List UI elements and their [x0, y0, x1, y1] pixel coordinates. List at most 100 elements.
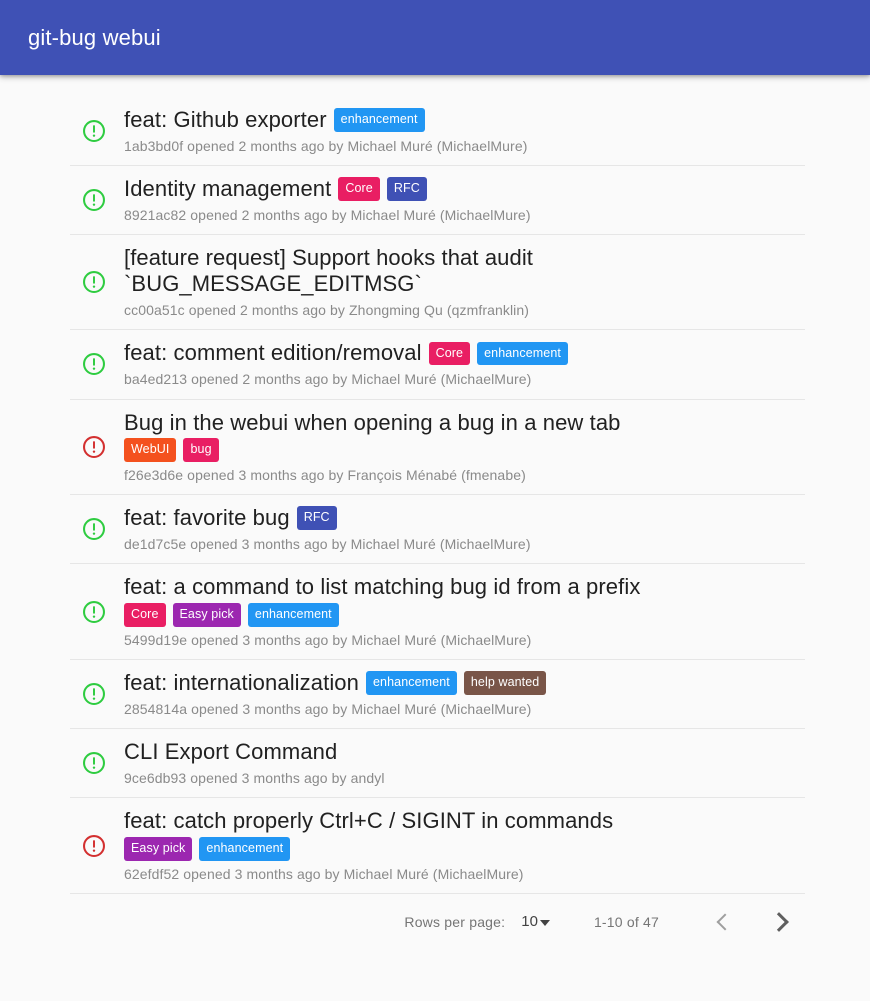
pagination-range-label: 1-10 of 47	[593, 913, 659, 930]
bug-meta: 1ab3bd0f opened 2 months ago by Michael …	[124, 137, 528, 154]
label-chip[interactable]: Core	[338, 177, 380, 201]
bug-title[interactable]: feat: comment edition/removal	[124, 340, 422, 366]
bug-meta: 9ce6db93 opened 3 months ago by andyl	[124, 770, 385, 787]
app-bar: git-bug webui	[0, 0, 870, 75]
next-page-button[interactable]	[759, 900, 803, 944]
bug-meta: 62efdf52 opened 3 months ago by Michael …	[124, 865, 524, 882]
bug-meta: de1d7c5e opened 3 months ago by Michael …	[124, 536, 531, 553]
open-bug-icon	[81, 681, 107, 707]
label-chip[interactable]: enhancement	[477, 341, 568, 366]
label-chip[interactable]: enhancement	[199, 837, 291, 861]
bug-content: feat: comment edition/removal Core enhance…	[118, 340, 805, 388]
bug-content: [feature request] Support hooks that aud…	[118, 245, 805, 319]
bug-label-group: Core Easy pick enhancement	[124, 603, 339, 627]
label-chip[interactable]: Core	[124, 603, 166, 627]
open-bug-icon	[81, 269, 107, 295]
bug-content: feat: internationalization enhancement hel…	[118, 670, 805, 718]
bug-content: Identity management Core RFC 8921ac82 opene…	[118, 176, 805, 224]
bug-title[interactable]: [feature request] Support hooks that aud…	[124, 245, 805, 297]
label-chip[interactable]: RFC	[386, 177, 427, 201]
bug-row[interactable]: [feature request] Support hooks that aud…	[70, 235, 805, 331]
bug-row[interactable]: feat: favorite bug RFC de1d7c5e opened 3 m…	[70, 495, 805, 565]
bug-status-cell	[70, 187, 118, 213]
bug-status-cell	[70, 681, 118, 707]
bug-meta: f26e3d6e opened 3 months ago by François…	[124, 466, 526, 483]
bug-label-group: Easy pick enhancement	[124, 837, 291, 861]
bug-title-line: feat: comment edition/removal Core enhance…	[124, 340, 805, 366]
bug-title-line: Bug in the webui when opening a bug in a…	[124, 410, 805, 436]
label-chip[interactable]: Easy pick	[172, 603, 241, 627]
bug-content: feat: a command to list matching bug id …	[118, 574, 805, 649]
open-bug-icon	[81, 118, 107, 144]
bug-meta: ba4ed213 opened 2 months ago by Michael …	[124, 371, 532, 388]
page-title: git-bug webui	[28, 24, 161, 50]
bug-status-cell	[70, 351, 118, 377]
chevron-left-icon	[716, 913, 734, 931]
bug-row[interactable]: feat: Github exporter enhancement 1ab3bd0f…	[70, 97, 805, 167]
label-chip[interactable]: enhancement	[365, 671, 457, 695]
bug-row[interactable]: Identity management Core RFC 8921ac82 opene…	[70, 166, 805, 236]
bug-meta: cc00a51c opened 2 months ago by Zhongmin…	[124, 302, 530, 319]
label-chip[interactable]: Easy pick	[124, 837, 193, 861]
bug-content: CLI Export Command 9ce6db93 opened 3 mont…	[118, 739, 805, 787]
bug-meta: 5499d19e opened 3 months ago by Michael …	[124, 631, 532, 648]
bug-title[interactable]: Identity management	[124, 176, 331, 202]
label-chip[interactable]: Core	[428, 341, 471, 366]
bug-title[interactable]: CLI Export Command	[124, 739, 337, 765]
bug-status-cell	[70, 269, 118, 295]
bug-row[interactable]: Bug in the webui when opening a bug in a…	[70, 400, 805, 496]
bug-title[interactable]: feat: a command to list matching bug id …	[124, 574, 640, 600]
bug-status-cell	[70, 750, 118, 776]
bug-title-line: feat: Github exporter enhancement	[124, 107, 805, 133]
bug-title[interactable]: feat: Github exporter	[124, 107, 327, 133]
label-chip[interactable]: WebUI	[124, 438, 177, 462]
bug-label-group: enhancement	[333, 108, 425, 132]
rows-per-page-value: 10	[521, 913, 538, 931]
bug-status-cell	[70, 516, 118, 542]
bug-row[interactable]: feat: comment edition/removal Core enhance…	[70, 330, 805, 400]
chevron-right-icon	[769, 911, 789, 932]
bug-content: feat: catch properly Ctrl+C / SIGINT in …	[118, 808, 805, 883]
bug-row[interactable]: feat: internationalization enhancement hel…	[70, 660, 805, 730]
closed-bug-icon	[81, 434, 107, 460]
rows-per-page-label: Rows per page:	[404, 913, 506, 930]
previous-page-button[interactable]	[701, 900, 745, 944]
closed-bug-icon	[81, 833, 107, 859]
bug-label-group: RFC	[296, 506, 337, 530]
bug-content: Bug in the webui when opening a bug in a…	[118, 410, 805, 485]
bug-meta: 8921ac82 opened 2 months ago by Michael …	[124, 207, 531, 224]
rows-per-page-select[interactable]: 10	[521, 913, 550, 930]
label-chip[interactable]: bug	[183, 438, 219, 462]
bug-title-line: feat: a command to list matching bug id …	[124, 574, 805, 600]
open-bug-icon	[81, 750, 107, 776]
label-chip[interactable]: enhancement	[333, 108, 425, 132]
bug-status-cell	[70, 118, 118, 144]
bug-content: feat: favorite bug RFC de1d7c5e opened 3 m…	[118, 505, 805, 553]
bug-title-line: Identity management Core RFC	[124, 176, 805, 202]
label-chip[interactable]: help wanted	[463, 671, 547, 695]
bug-label-group: WebUI bug	[124, 438, 219, 462]
bug-title[interactable]: feat: internationalization	[124, 670, 359, 696]
label-chip[interactable]: RFC	[296, 506, 337, 530]
bug-title[interactable]: Bug in the webui when opening a bug in a…	[124, 410, 621, 436]
bug-title-line: feat: internationalization enhancement hel…	[124, 670, 805, 696]
bug-list: feat: Github exporter enhancement 1ab3bd0f…	[70, 97, 805, 894]
bug-status-cell	[70, 599, 118, 625]
open-bug-icon	[81, 351, 107, 377]
bug-status-cell	[70, 434, 118, 460]
bug-label-group: enhancement help wanted	[365, 671, 547, 695]
bug-title-line: feat: catch properly Ctrl+C / SIGINT in …	[124, 808, 805, 834]
bug-title-line: [feature request] Support hooks that aud…	[124, 245, 805, 297]
label-chip[interactable]: enhancement	[247, 603, 339, 627]
bug-title-line: feat: favorite bug RFC	[124, 505, 805, 531]
bug-title-line: CLI Export Command	[124, 739, 805, 765]
bug-title[interactable]: feat: favorite bug	[124, 505, 290, 531]
bug-label-group: Core enhancement	[428, 341, 568, 366]
bug-row[interactable]: CLI Export Command 9ce6db93 opened 3 mont…	[70, 729, 805, 799]
bug-row[interactable]: feat: a command to list matching bug id …	[70, 564, 805, 660]
open-bug-icon	[81, 187, 107, 213]
bug-title[interactable]: feat: catch properly Ctrl+C / SIGINT in …	[124, 808, 613, 834]
bug-content: feat: Github exporter enhancement 1ab3bd0f…	[118, 107, 805, 155]
bug-row[interactable]: feat: catch properly Ctrl+C / SIGINT in …	[70, 798, 805, 894]
bug-label-group: Core RFC	[338, 177, 427, 201]
